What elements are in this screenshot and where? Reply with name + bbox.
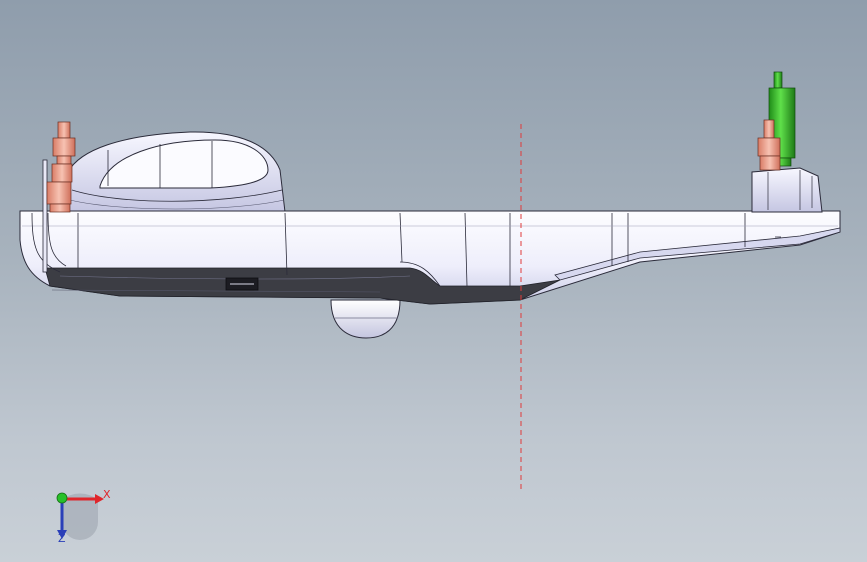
main-body <box>19 210 841 305</box>
left-standoff <box>46 121 76 213</box>
coordinate-triad[interactable]: X Z <box>40 478 120 548</box>
bottom-dome <box>330 299 401 339</box>
cad-graphics-viewport[interactable]: X Z <box>0 0 867 562</box>
cad-model-view[interactable] <box>0 0 867 562</box>
z-axis-label: Z <box>58 532 66 545</box>
x-axis-label: X <box>103 488 111 501</box>
left-post <box>42 159 48 273</box>
right-boss-housing <box>751 167 823 213</box>
triad-origin-icon <box>56 492 68 504</box>
top-ring-housing <box>67 131 286 213</box>
